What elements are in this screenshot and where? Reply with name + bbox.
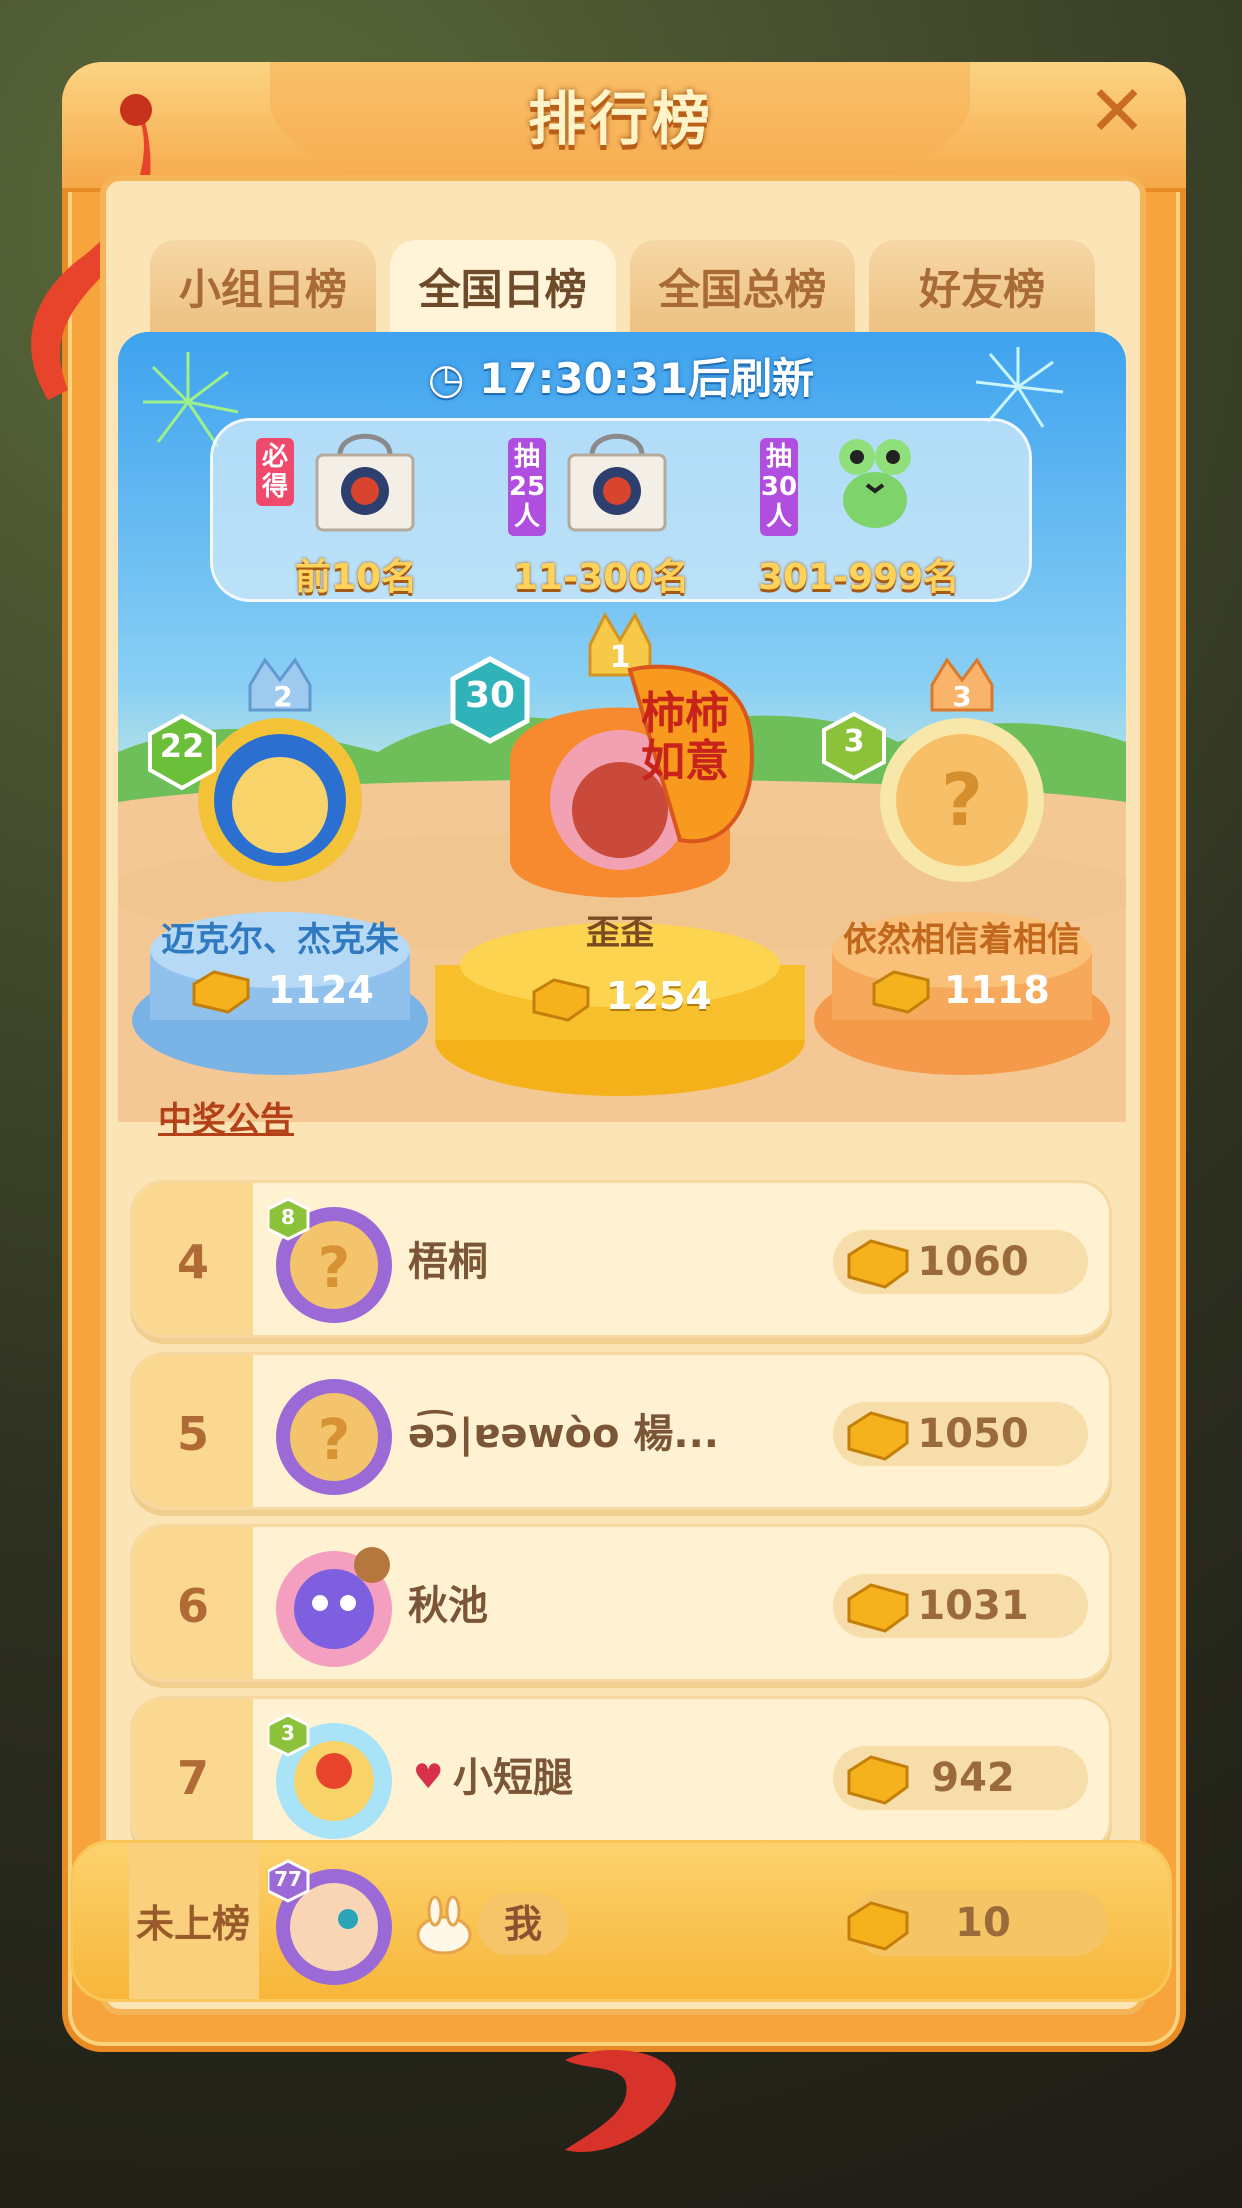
page-title: 排行榜 xyxy=(527,85,714,153)
level-third: 3 xyxy=(843,724,865,759)
list-item[interactable]: 7 3 ♥ 小短腿 942 xyxy=(130,1696,1112,1854)
ribbon-bottom-icon xyxy=(565,2050,676,2152)
score-second: 1124 xyxy=(268,968,374,1012)
my-score: 10 xyxy=(955,1900,1011,1946)
avatar xyxy=(276,1547,392,1667)
frog-plush-icon xyxy=(839,439,911,528)
rank-number: 5 xyxy=(176,1407,209,1461)
tab-national-total[interactable]: 全国总榜 xyxy=(629,240,856,340)
prize-label-11-300: 11-300名 xyxy=(513,557,690,598)
list-item[interactable]: 6 秋池 1031 xyxy=(130,1524,1112,1682)
rank-number: 4 xyxy=(176,1235,209,1289)
score-value: 1031 xyxy=(917,1583,1029,1629)
player-name: 梧桐 xyxy=(408,1239,488,1285)
first-title-badge: 柿柿如意 xyxy=(641,688,729,787)
list-item[interactable]: 4 ? 8 梧桐 1060 xyxy=(130,1180,1112,1338)
player-name: 小短腿 xyxy=(453,1755,573,1801)
score-first: 1254 xyxy=(606,974,712,1018)
svg-text:?: ? xyxy=(318,1236,350,1301)
tab-group-daily[interactable]: 小组日榜 xyxy=(150,240,376,340)
score-value: 1050 xyxy=(917,1411,1029,1457)
tote-bag-icon-2 xyxy=(567,433,667,532)
level-first: 30 xyxy=(464,675,516,716)
player-name: ǝ͡ɔ|ɐǝwòo 楊... xyxy=(408,1411,719,1457)
my-rank-row[interactable]: 未上榜 77 我 10 xyxy=(70,1840,1172,2002)
score-value: 942 xyxy=(931,1755,1015,1801)
my-level-badge: 77 xyxy=(274,1867,302,1891)
timer-suffix: 后刷新 xyxy=(688,354,815,403)
tab-friends[interactable]: 好友榜 xyxy=(869,240,1095,340)
name-first: 歪歪 xyxy=(586,913,654,953)
gold-ingot-icon xyxy=(532,978,590,1022)
prize-tag-draw30: 抽30人 xyxy=(760,438,798,536)
prize-label-top10: 前10名 xyxy=(295,557,418,598)
my-name: 我 xyxy=(503,1902,542,1946)
tote-bag-icon xyxy=(315,433,415,532)
list-item[interactable]: 5 ? ǝ͡ɔ|ɐǝwòo 楊... 1050 xyxy=(130,1352,1112,1510)
prize-tag-guaranteed: 必得 xyxy=(256,438,294,506)
player-name: 秋池 xyxy=(408,1583,488,1629)
my-rank-label: 未上榜 xyxy=(135,1902,250,1946)
level-badge: 8 xyxy=(281,1205,295,1229)
rank-first: 1 xyxy=(609,640,631,675)
rank-second: 2 xyxy=(273,680,293,713)
level-second: 22 xyxy=(159,727,205,765)
name-second: 迈克尔、杰克朱 xyxy=(161,920,399,960)
score-third: 1118 xyxy=(944,968,1050,1012)
tab-bar: 小组日榜 全国日榜 全国总榜 好友榜 xyxy=(150,240,1095,340)
gold-ingot-icon xyxy=(872,970,930,1014)
prize-label-301-999: 301-999名 xyxy=(758,557,960,598)
rabbit-icon xyxy=(416,1895,472,1955)
gold-ingot-icon xyxy=(192,970,250,1014)
clock-icon: ◷ xyxy=(427,354,465,403)
svg-text:?: ? xyxy=(941,758,983,842)
svg-text:?: ? xyxy=(318,1408,350,1473)
score-value: 1060 xyxy=(917,1239,1029,1285)
lips-icon: ♥ xyxy=(413,1757,444,1797)
refresh-timer: ◷ 17:30:31后刷新 xyxy=(0,345,1242,406)
close-button[interactable]: ✕ xyxy=(1082,76,1152,146)
rank-number: 6 xyxy=(176,1579,209,1633)
winner-announcement-link[interactable]: 中奖公告 xyxy=(158,1092,294,1141)
rank-number: 7 xyxy=(176,1751,209,1805)
prize-tag-draw25: 抽25人 xyxy=(508,438,546,536)
name-third: 依然相信着相信 xyxy=(843,920,1081,960)
level-badge: 3 xyxy=(281,1721,295,1745)
rank-third: 3 xyxy=(952,680,972,713)
timer-value: 17:30:31 xyxy=(479,354,689,403)
avatar: ? xyxy=(276,1379,392,1495)
tab-national-daily[interactable]: 全国日榜 xyxy=(389,240,616,340)
